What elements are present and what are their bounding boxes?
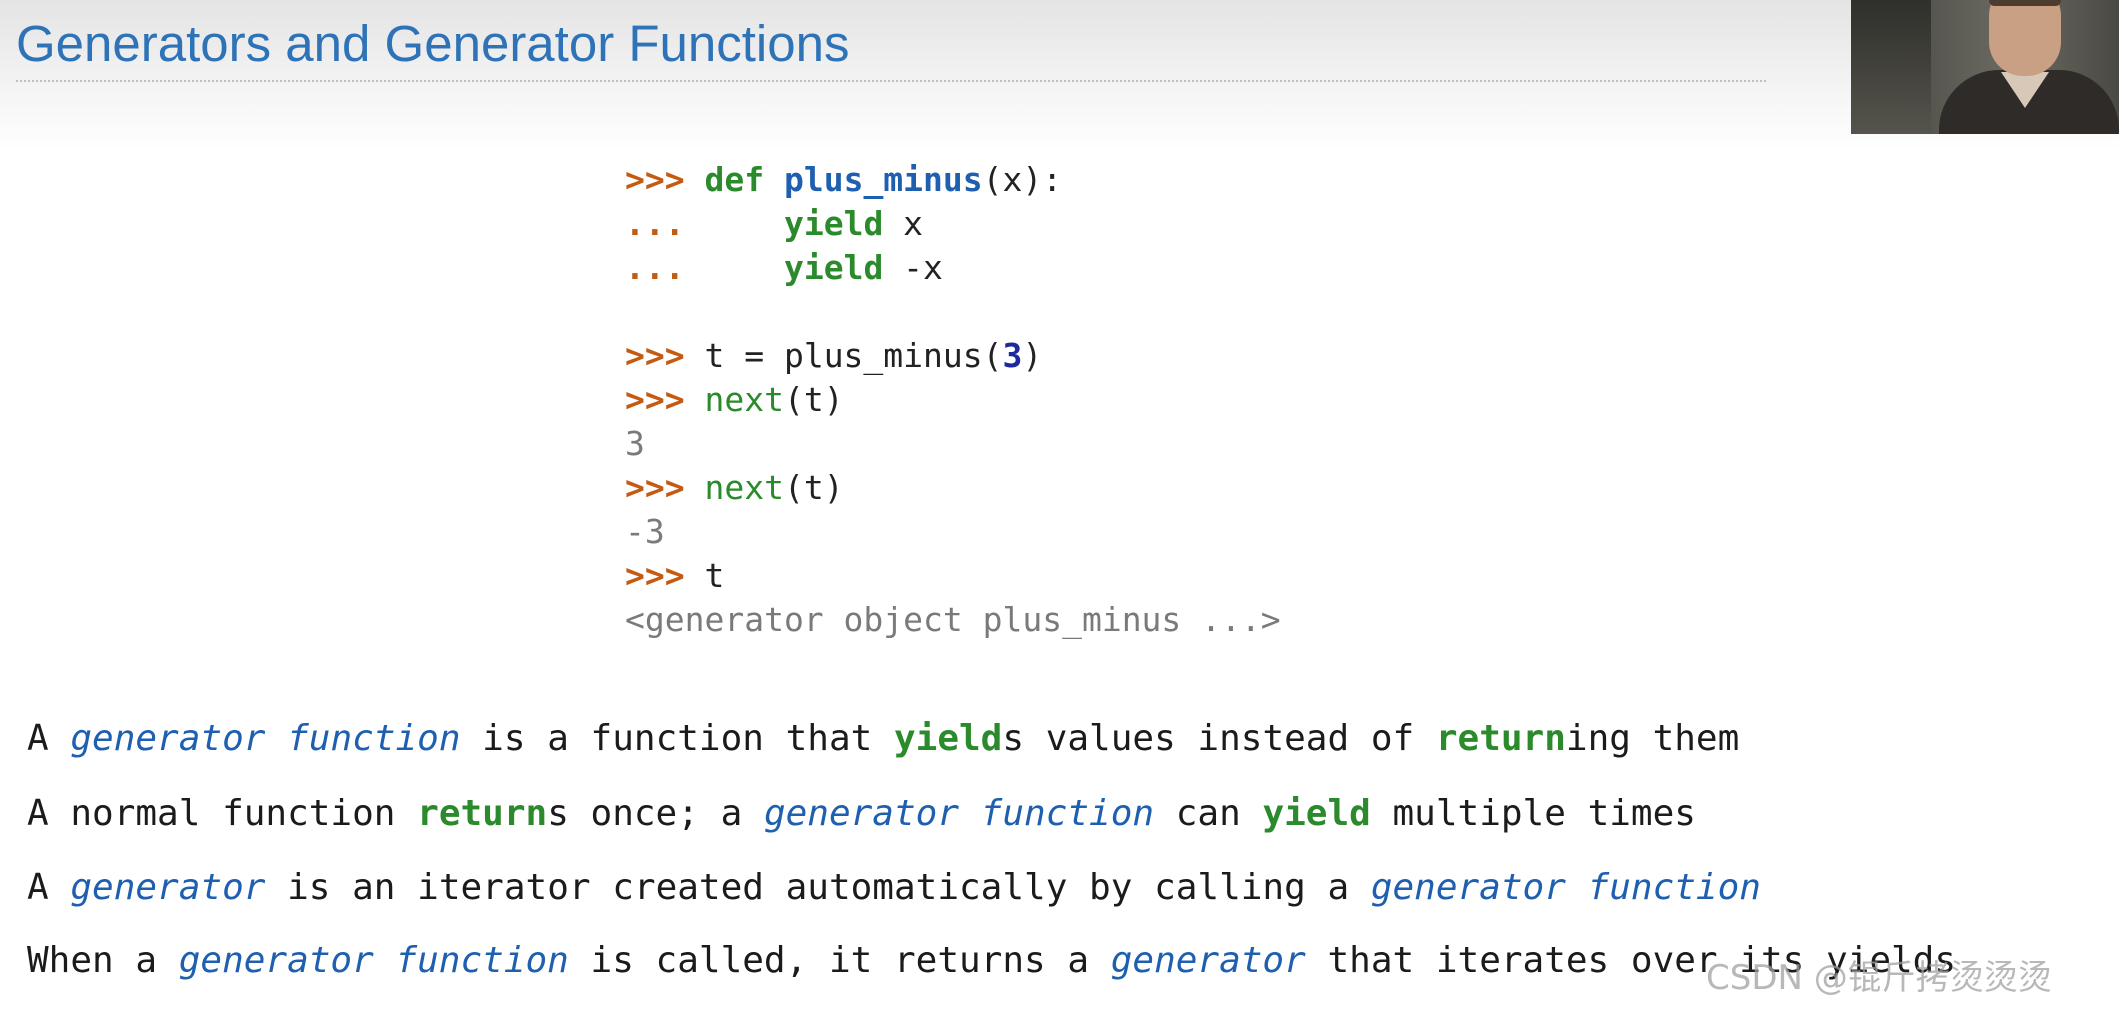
presenter-webcam-video — [1851, 0, 2119, 134]
text: A — [27, 867, 71, 908]
code-prompt: >>> — [625, 468, 685, 507]
code-keyword: yield — [783, 248, 884, 287]
text: ing them — [1565, 718, 1740, 759]
presenter-hair — [1989, 0, 2061, 6]
code-continuation: ... — [625, 204, 685, 243]
term: generator function — [70, 718, 461, 759]
code-line: >>> next(t) — [625, 466, 844, 510]
text: multiple times — [1370, 793, 1696, 834]
code-line: ... yield -x — [625, 246, 943, 290]
code-keyword: def — [704, 160, 765, 199]
code-text: (t) — [783, 380, 844, 419]
code-output: -3 — [625, 512, 665, 551]
text: can — [1154, 793, 1263, 834]
definition-line: A generator is an iterator created autom… — [27, 864, 1761, 912]
csdn-watermark: CSDN @锟斤拷烫烫烫 — [1706, 958, 2052, 998]
definition-line: A normal function returns once; a genera… — [27, 790, 1696, 838]
code-builtin: next — [704, 380, 784, 419]
definition-line: A generator function is a function that … — [27, 715, 1739, 763]
code-line: >>> def plus_minus(x): — [625, 158, 1062, 202]
keyword-highlight: return — [417, 793, 548, 834]
keyword-highlight: yield — [893, 718, 1003, 759]
code-line: >>> t = plus_minus(3) — [625, 334, 1042, 378]
text: A — [27, 718, 71, 759]
code-text: ) — [1022, 336, 1043, 375]
code-prompt: >>> — [625, 160, 685, 199]
slide-title: Generators and Generator Functions — [16, 15, 850, 72]
text: s once; a — [547, 793, 764, 834]
code-text: t — [704, 556, 725, 595]
code-number: 3 — [1002, 336, 1023, 375]
code-output: 3 — [625, 424, 645, 463]
code-prompt: >>> — [625, 556, 685, 595]
code-continuation: ... — [625, 248, 685, 287]
term: generator function — [1370, 867, 1761, 908]
text: is an iterator created automatically by … — [265, 867, 1371, 908]
text: A normal function — [27, 793, 418, 834]
code-line: >>> next(t) — [625, 378, 844, 422]
term: generator function — [763, 793, 1155, 834]
webcam-background — [1851, 0, 1931, 134]
text: is called, it returns a — [568, 940, 1111, 981]
text: is a function that — [460, 718, 894, 759]
code-builtin: next — [704, 468, 784, 507]
presenter-head — [1989, 0, 2061, 76]
code-keyword: yield — [783, 204, 884, 243]
code-text: t = plus_minus( — [704, 336, 1003, 375]
code-line: >>> t — [625, 554, 724, 598]
code-function-name: plus_minus — [783, 160, 983, 199]
definition-line: When a generator function is called, it … — [27, 937, 1956, 985]
code-text: x — [883, 204, 924, 243]
title-divider — [16, 80, 1766, 82]
code-prompt: >>> — [625, 336, 685, 375]
code-prompt: >>> — [625, 380, 685, 419]
code-line: ... yield x — [625, 202, 923, 246]
code-output: <generator object plus_minus ...> — [625, 600, 1281, 639]
text: s values instead of — [1002, 718, 1436, 759]
term: generator function — [178, 940, 569, 981]
term: generator — [70, 867, 266, 908]
code-text: (x): — [982, 160, 1063, 199]
code-text: (t) — [783, 468, 844, 507]
code-text: -x — [883, 248, 943, 287]
keyword-highlight: return — [1435, 718, 1566, 759]
text: When a — [27, 940, 179, 981]
lecture-slide: Generators and Generator Functions >>> d… — [0, 0, 2119, 1015]
term: generator — [1110, 940, 1306, 981]
keyword-highlight: yield — [1262, 793, 1371, 834]
